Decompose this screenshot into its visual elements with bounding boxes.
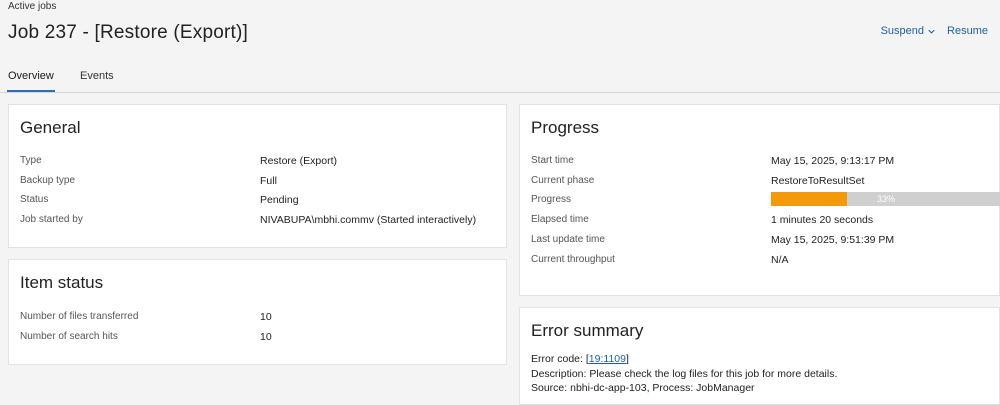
files-transferred-label: Number of files transferred [20, 311, 139, 322]
breadcrumb-active-jobs-link[interactable]: Active jobs [8, 1, 56, 12]
progress-title: Progress [531, 118, 600, 137]
resume-label: Resume [947, 25, 988, 37]
general-title: General [20, 118, 81, 137]
status-label: Status [20, 194, 49, 205]
throughput-label: Current throughput [531, 254, 615, 265]
item-status-card: Item status Number of files transferred … [8, 259, 507, 365]
progress-card: Progress Start time May 15, 2025, 9:13:1… [519, 104, 1000, 296]
error-code-prefix: Error code: [ [531, 353, 589, 365]
job-started-by-value: NIVABUPA\mbhi.commv (Started interactive… [260, 214, 477, 226]
page-title: Job 237 - [Restore (Export)] [8, 22, 249, 43]
chevron-down-icon [928, 29, 935, 34]
backup-type-label: Backup type [20, 175, 76, 186]
search-hits-value: 10 [260, 331, 272, 343]
current-phase-label: Current phase [531, 175, 595, 186]
header-actions: Suspend Resume [881, 25, 988, 37]
suspend-label: Suspend [880, 25, 925, 37]
start-time-value: May 15, 2025, 9:13:17 PM [771, 155, 895, 167]
error-summary-card: Error summary Error code: [19:1109] Desc… [519, 307, 1000, 405]
error-code-suffix: ] [625, 353, 629, 365]
breadcrumb: Active jobs [8, 1, 56, 12]
status-value: Pending [260, 194, 299, 206]
throughput-value: N/A [771, 254, 789, 266]
progress-label: Progress [531, 194, 572, 205]
general-card: General Type Restore (Export) Backup typ… [8, 104, 507, 248]
start-time-label: Start time [531, 155, 574, 166]
current-phase-value: RestoreToResultSet [771, 175, 865, 187]
last-update-label: Last update time [531, 234, 605, 245]
files-transferred-value: 10 [260, 311, 272, 323]
tab-overview[interactable]: Overview [7, 70, 55, 92]
item-status-title: Item status [20, 273, 104, 292]
type-label: Type [20, 155, 42, 166]
tab-events[interactable]: Events [80, 70, 114, 82]
resume-button[interactable]: Resume [947, 25, 988, 37]
last-update-value: May 15, 2025, 9:51:39 PM [771, 234, 895, 246]
error-source: Source: nbhi-dc-app-103, Process: JobMan… [531, 382, 755, 394]
type-value: Restore (Export) [260, 155, 338, 167]
error-code-line: Error code: [19:1109] [531, 353, 629, 365]
error-summary-title: Error summary [531, 321, 644, 340]
progress-bar: 33% [771, 192, 1000, 206]
search-hits-label: Number of search hits [20, 331, 118, 342]
elapsed-time-value: 1 minutes 20 seconds [771, 214, 874, 226]
job-started-by-label: Job started by [20, 214, 83, 225]
tab-bar: Overview Events [0, 62, 1000, 93]
elapsed-time-label: Elapsed time [531, 214, 589, 225]
backup-type-value: Full [260, 175, 277, 187]
suspend-button[interactable]: Suspend [881, 25, 935, 37]
progress-percent-text: 33% [876, 194, 895, 204]
error-description: Description: Please check the log files … [531, 368, 838, 380]
error-code-link[interactable]: 19:1109 [589, 353, 626, 365]
